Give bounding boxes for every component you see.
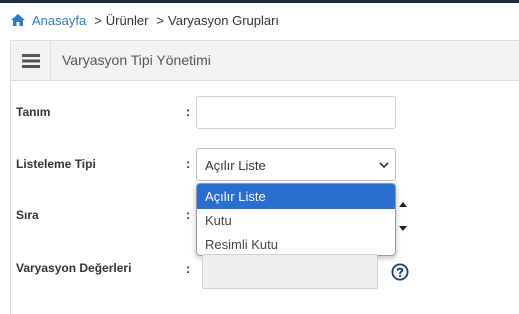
tanim-colon: : — [186, 104, 191, 119]
option-resimli-kutu[interactable]: Resimli Kutu — [197, 233, 395, 255]
listeleme-tipi-value: Açılır Liste — [205, 158, 266, 173]
panel-title: Varyasyon Tipi Yönetimi — [62, 52, 211, 68]
varyasyon-degerleri-colon: : — [186, 261, 191, 276]
varyasyon-degerleri-field — [202, 254, 378, 289]
chevron-down-icon — [379, 162, 389, 169]
option-acilir-liste[interactable]: Açılır Liste — [197, 184, 395, 209]
tanim-input[interactable] — [196, 96, 396, 129]
question-circle-icon[interactable] — [391, 263, 409, 281]
breadcrumb-separator: > — [94, 12, 102, 28]
top-bar — [0, 0, 519, 3]
spinner-up-icon[interactable] — [398, 200, 408, 208]
listeleme-tipi-label: Listeleme Tipi — [16, 157, 96, 171]
option-kutu[interactable]: Kutu — [197, 209, 395, 233]
varyasyon-degerleri-label: Varyasyon Değerleri — [16, 261, 132, 275]
sira-colon: : — [186, 207, 191, 222]
panel-header: Varyasyon Tipi Yönetimi — [11, 41, 519, 81]
breadcrumb-home-link[interactable]: Anasayfa — [32, 13, 86, 28]
breadcrumb-item-urunler[interactable]: Ürünler — [106, 13, 149, 28]
breadcrumb: Anasayfa > Ürünler > Varyasyon Grupları — [10, 10, 279, 30]
listeleme-tipi-colon: : — [186, 156, 191, 171]
breadcrumb-item-varyasyon-gruplari: Varyasyon Grupları — [168, 12, 280, 28]
spinner-down-icon[interactable] — [398, 225, 408, 233]
listeleme-tipi-select[interactable]: Açılır Liste — [196, 148, 396, 181]
breadcrumb-separator: > — [156, 12, 165, 28]
home-icon[interactable] — [10, 13, 26, 27]
hamburger-icon — [21, 53, 40, 68]
menu-toggle-button[interactable] — [11, 41, 51, 80]
tanim-label: Tanım — [16, 105, 51, 119]
listeleme-tipi-dropdown: Açılır Liste Kutu Resimli Kutu — [196, 183, 396, 256]
sira-label: Sıra — [16, 208, 39, 222]
